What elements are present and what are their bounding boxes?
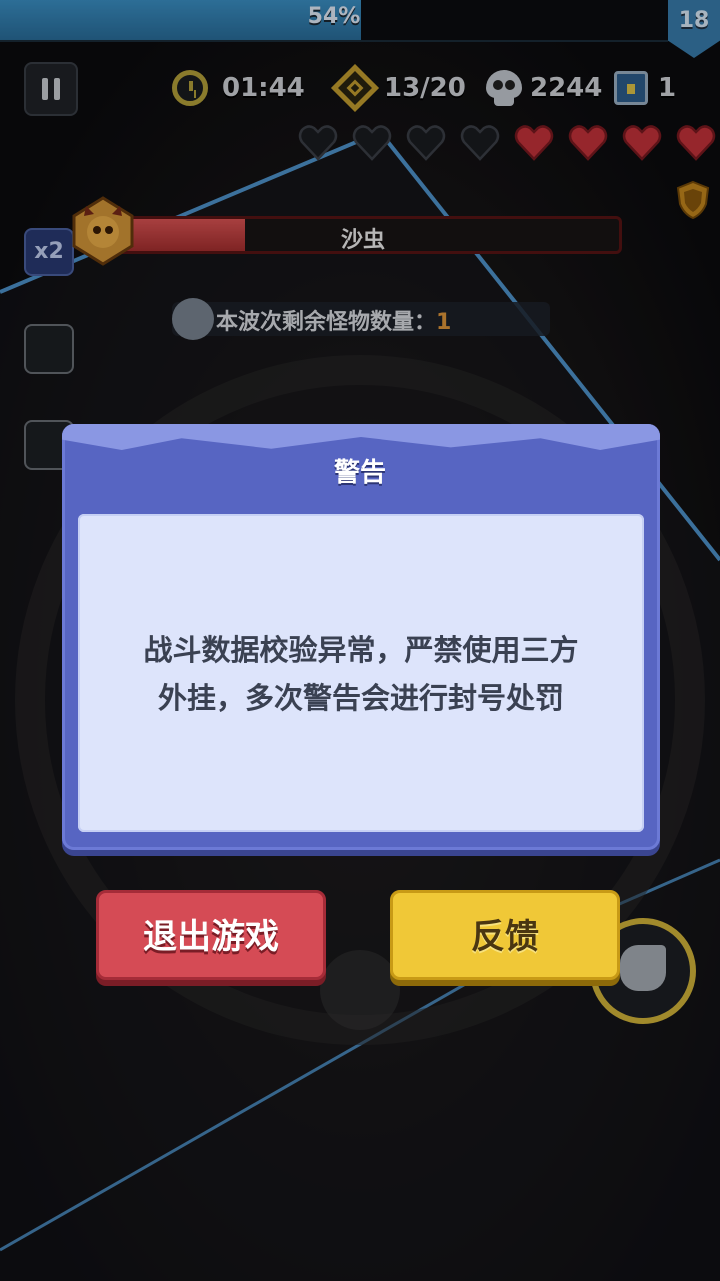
feedback-button[interactable]: 反馈: [390, 890, 620, 980]
dialog-message-line-2: 外挂，多次警告会进行封号处罚: [157, 681, 564, 715]
dialog-title: 警告: [333, 458, 386, 488]
exit-game-button[interactable]: 退出游戏: [96, 890, 326, 980]
dialog-message: 战斗数据校验异常，严禁使用三方 外挂，多次警告会进行封号处罚: [80, 626, 642, 722]
dialog-message-line-1: 战斗数据校验异常，严禁使用三方: [143, 633, 579, 667]
dialog-snow-trim: [62, 424, 660, 450]
